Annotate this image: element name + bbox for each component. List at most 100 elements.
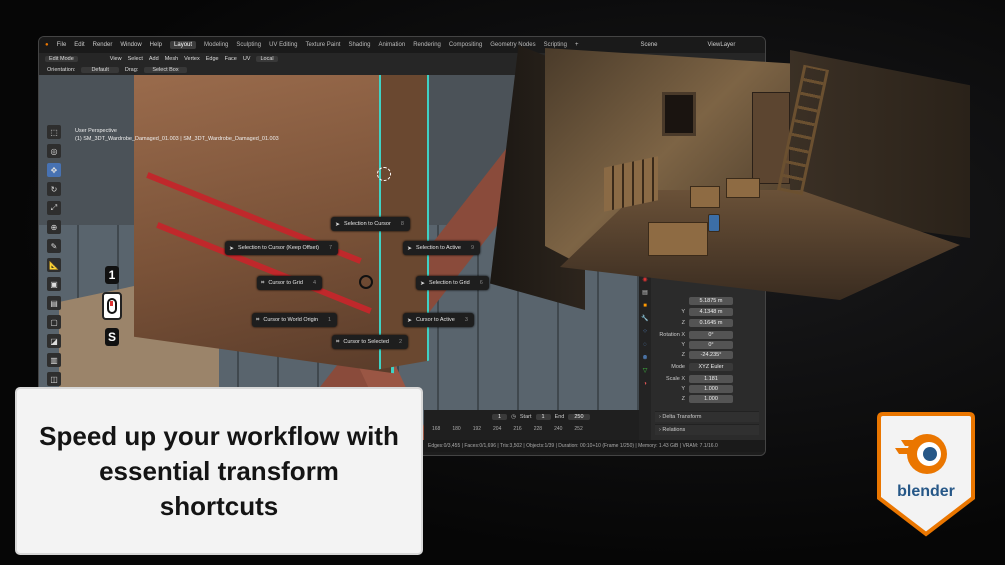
tab-shading[interactable]: Shading: [348, 42, 370, 48]
3d-cursor-icon[interactable]: [377, 167, 391, 181]
object-tab-icon[interactable]: ■: [640, 301, 650, 311]
blender-logo-icon[interactable]: ●: [45, 42, 49, 48]
pie-item-selection-to-active[interactable]: ➤ Selection to Active 9: [403, 241, 481, 255]
data-tab-icon[interactable]: ▽: [640, 366, 650, 376]
menu-edge[interactable]: Edge: [206, 56, 219, 62]
caption-card: Speed up your workflow with essential tr…: [17, 389, 421, 553]
tab-texture-paint[interactable]: Texture Paint: [305, 42, 340, 48]
material-tab-icon[interactable]: ◑: [640, 379, 650, 389]
menu-file[interactable]: File: [57, 42, 67, 48]
pie-item-cursor-to-active[interactable]: ➤ Cursor to Active 3: [403, 313, 474, 327]
orientation-dropdown[interactable]: Default: [81, 66, 119, 73]
physics-tab-icon[interactable]: ◌: [640, 340, 650, 350]
measure-icon[interactable]: 📐: [47, 258, 61, 272]
add-cube-icon[interactable]: ▣: [47, 277, 61, 291]
rotation-y-field[interactable]: 0°: [689, 341, 733, 349]
pie-label: Selection to Cursor: [344, 221, 391, 227]
menu-uv[interactable]: UV: [243, 56, 251, 62]
transform-orientation-dropdown[interactable]: Local: [256, 55, 278, 62]
mode-dropdown[interactable]: Edit Mode: [45, 55, 78, 62]
tab-compositing[interactable]: Compositing: [449, 42, 482, 48]
scale-x-field[interactable]: 1.181: [689, 375, 733, 383]
location-x-row: 5.1875 m: [689, 297, 733, 305]
location-z-field[interactable]: 0.1645 m: [689, 319, 733, 327]
end-frame-field[interactable]: 250: [568, 413, 590, 420]
start-frame-field[interactable]: 1: [535, 413, 551, 420]
rotation-z-field[interactable]: -24.235°: [689, 351, 733, 359]
menu-face[interactable]: Face: [225, 56, 237, 62]
menu-help[interactable]: Help: [150, 42, 162, 48]
move-icon[interactable]: ✥: [47, 163, 61, 177]
menu-edit[interactable]: Edit: [74, 42, 84, 48]
pie-item-selection-to-grid[interactable]: ➤ Selection to Grid 6: [416, 276, 489, 290]
scale-icon[interactable]: ⤢: [47, 201, 61, 215]
pie-item-selection-to-cursor-keep-offset[interactable]: ➤ Selection to Cursor (Keep Offset) 7: [225, 241, 339, 255]
menu-view[interactable]: View: [110, 56, 122, 62]
rotation-x-field[interactable]: 0°: [689, 331, 733, 339]
pie-item-cursor-to-world-origin[interactable]: ⌗ Cursor to World Origin 1: [252, 313, 338, 327]
tab-layout[interactable]: Layout: [170, 41, 197, 49]
scale-y-field[interactable]: 1.000: [689, 385, 733, 393]
clock-icon[interactable]: ◷: [511, 414, 516, 420]
tick-label: 228: [533, 426, 543, 432]
menu-add[interactable]: Add: [149, 56, 159, 62]
timeline: 1 ◷ Start 1 End 250 168 180 192 204 216 …: [424, 410, 639, 440]
scene-selector[interactable]: Scene: [640, 42, 657, 48]
pie-item-selection-to-cursor[interactable]: ➤ Selection to Cursor 8: [331, 217, 410, 231]
extrude-icon[interactable]: ▤: [47, 296, 61, 310]
section-delta-transform[interactable]: › Delta Transform: [655, 411, 759, 422]
tab-rendering[interactable]: Rendering: [413, 42, 441, 48]
tab-sculpting[interactable]: Sculpting: [236, 42, 261, 48]
pie-item-cursor-to-selected[interactable]: ⌗ Cursor to Selected 2: [332, 335, 409, 349]
menu-select[interactable]: Select: [128, 56, 143, 62]
section-relations[interactable]: › Relations: [655, 424, 759, 435]
location-y-field[interactable]: 4.1348 m: [689, 308, 733, 316]
rotation-mode-dropdown[interactable]: XYZ Euler: [689, 363, 733, 371]
timeline-ruler[interactable]: 168 180 192 204 216 228 240 252: [424, 423, 639, 435]
scale-x-row: Scale X 1.181: [655, 375, 733, 383]
grid-icon: ⌗: [256, 316, 260, 323]
pie-label: Cursor to World Origin: [263, 317, 318, 323]
pie-item-cursor-to-grid[interactable]: ⌗ Cursor to Grid 4: [257, 276, 322, 290]
particles-tab-icon[interactable]: ⁘: [640, 327, 650, 337]
bevel-icon[interactable]: ◪: [47, 334, 61, 348]
scale-z-field[interactable]: 1.000: [689, 395, 733, 403]
viewport-info: User Perspective (1) SM_3DT_Wardrobe_Dam…: [75, 127, 279, 143]
annotate-icon[interactable]: ✎: [47, 239, 61, 253]
render-tab-icon[interactable]: ▤: [640, 288, 650, 298]
tab-scripting[interactable]: Scripting: [544, 42, 567, 48]
cursor-icon[interactable]: ◎: [47, 144, 61, 158]
transform-icon[interactable]: ⊕: [47, 220, 61, 234]
view-type-text: User Perspective: [75, 128, 117, 134]
menu-window[interactable]: Window: [120, 42, 141, 48]
caption-text: Speed up your workflow with essential tr…: [39, 420, 399, 521]
location-x-field[interactable]: 5.1875 m: [689, 297, 733, 305]
select-box-icon[interactable]: ⬚: [47, 125, 61, 139]
drag-dropdown[interactable]: Select Box: [144, 66, 187, 73]
inset-icon[interactable]: ▢: [47, 315, 61, 329]
tick-label: 168: [432, 426, 441, 432]
loop-cut-icon[interactable]: ▥: [47, 353, 61, 367]
menu-render[interactable]: Render: [93, 42, 113, 48]
location-z-row: Z 0.1645 m: [655, 319, 733, 327]
object-name-text: (1) SM_3DT_Wardrobe_Damaged_01.003 | SM_…: [75, 136, 279, 142]
modifier-tab-icon[interactable]: 🔧: [640, 314, 650, 324]
current-frame-field[interactable]: 1: [492, 413, 508, 420]
tab-uv-editing[interactable]: UV Editing: [269, 42, 297, 48]
tab-geometry-nodes[interactable]: Geometry Nodes: [490, 42, 535, 48]
menu-mesh[interactable]: Mesh: [165, 56, 178, 62]
pointer-icon: ➤: [229, 245, 235, 252]
viewlayer-selector[interactable]: ViewLayer: [707, 42, 735, 48]
location-y-row: Y 4.1348 m: [655, 308, 733, 316]
constraints-tab-icon[interactable]: ⊗: [640, 353, 650, 363]
add-workspace-icon[interactable]: +: [575, 42, 579, 48]
tab-modeling[interactable]: Modeling: [204, 42, 228, 48]
tab-animation[interactable]: Animation: [379, 42, 406, 48]
pie-key: 9: [470, 245, 475, 251]
top-menu-bar: ● File Edit Render Window Help Layout Mo…: [39, 37, 765, 53]
menu-vertex[interactable]: Vertex: [184, 56, 200, 62]
knife-icon[interactable]: ◫: [47, 372, 61, 386]
rotate-icon[interactable]: ↻: [47, 182, 61, 196]
pie-key: 4: [312, 280, 316, 286]
y-label: Y: [681, 342, 685, 348]
